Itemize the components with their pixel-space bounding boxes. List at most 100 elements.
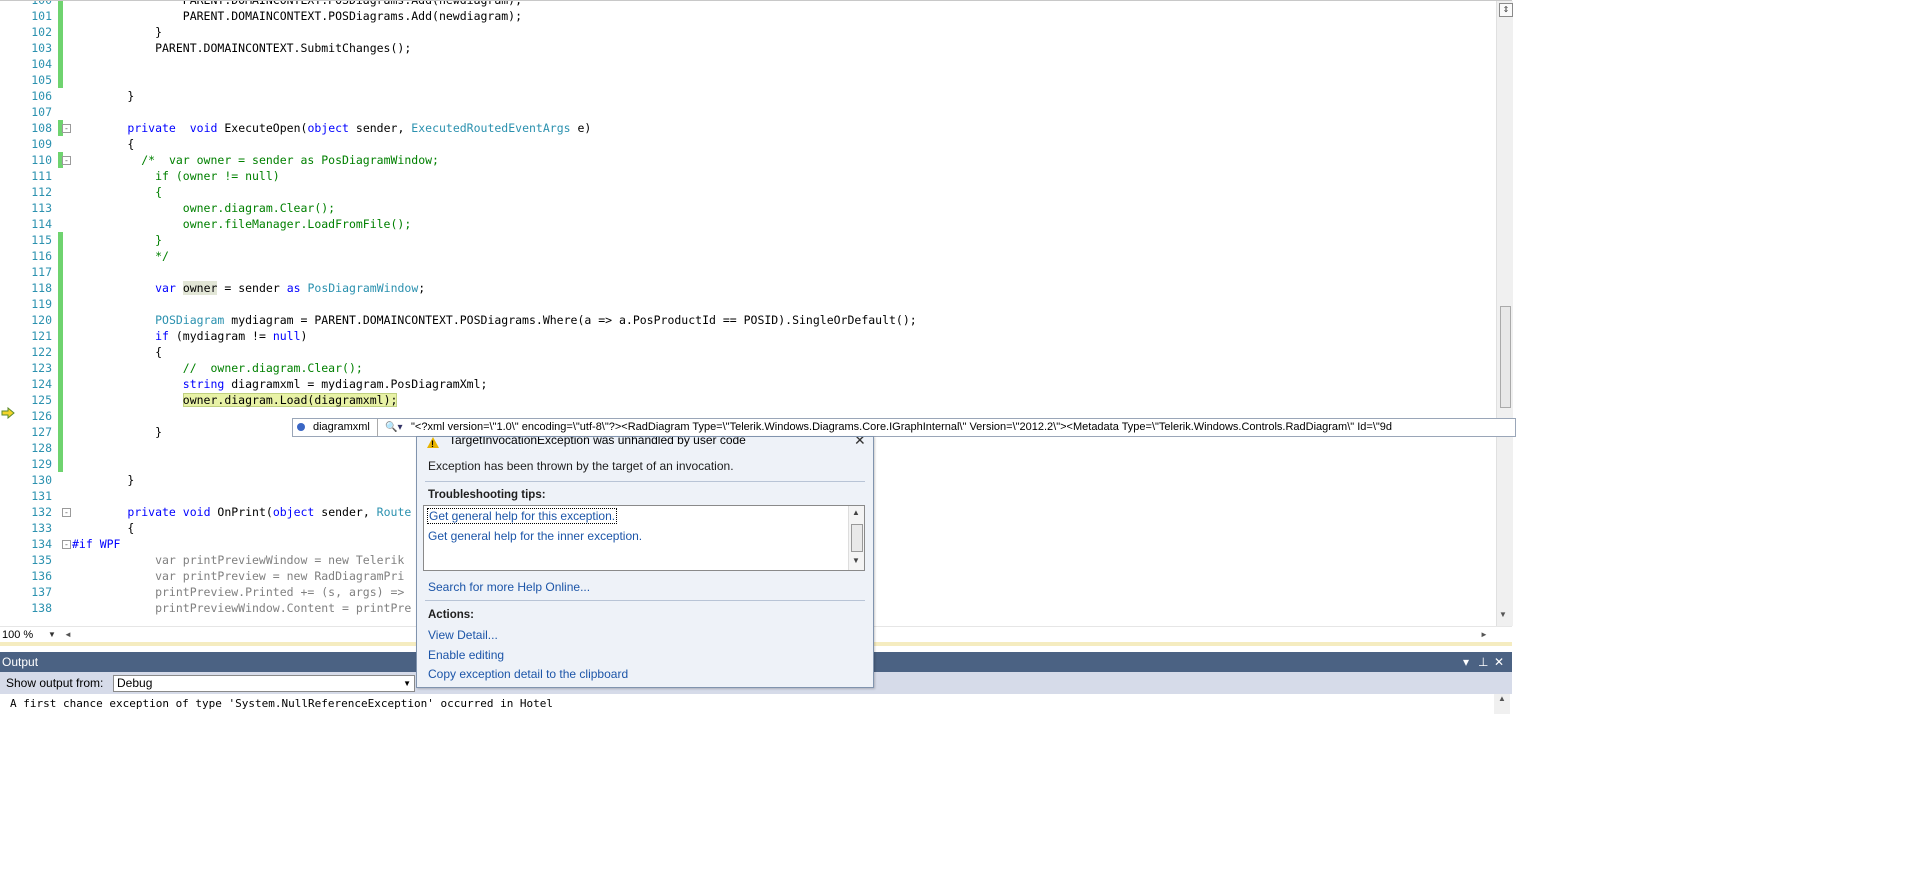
code-text[interactable]: owner.diagram.Clear(); [72,200,335,216]
datatip[interactable]: diagramxml 🔍▾ "<?xml version=\"1.0\" enc… [292,418,1516,437]
tip-link[interactable]: Get general help for this exception. [427,508,618,524]
code-text[interactable]: */ [72,248,169,264]
code-text[interactable]: if (mydiagram != null) [72,328,307,344]
collapse-toggle-icon[interactable]: - [62,124,71,133]
code-line[interactable]: 101 PARENT.DOMAINCONTEXT.POSDiagrams.Add… [0,8,1496,24]
show-output-label: Show output from: [6,676,104,690]
code-text[interactable]: } [72,24,162,40]
code-line[interactable]: 119 [0,296,1496,312]
code-line[interactable]: 118 var owner = sender as PosDiagramWind… [0,280,1496,296]
scrollbar-thumb[interactable] [851,524,863,552]
code-line[interactable]: 122 { [0,344,1496,360]
code-line[interactable]: 115 } [0,232,1496,248]
code-line[interactable]: 100 PARENT.DOMAINCONTEXT.POSDiagrams.Add… [0,1,1496,8]
output-pane[interactable]: A first chance exception of type 'System… [0,694,1512,714]
code-line[interactable]: 102 } [0,24,1496,40]
code-text[interactable]: private void OnPrint(object sender, Rout… [72,504,411,520]
collapse-toggle-icon[interactable]: - [62,156,71,165]
collapse-toggle-icon[interactable]: - [62,540,71,549]
copy-exception-link[interactable]: Copy exception detail to the clipboard [428,667,628,681]
code-text[interactable]: owner.diagram.Load(diagramxml); [72,392,398,408]
tips-scrollbar[interactable]: ▲ ▼ [848,506,864,570]
code-line[interactable]: 104 [0,56,1496,72]
code-text[interactable]: } [72,88,134,104]
code-text[interactable]: /* var owner = sender as PosDiagramWindo… [72,152,439,168]
scroll-left-icon[interactable]: ◄ [64,627,72,643]
code-text[interactable]: { [72,136,134,152]
output-title: Output [2,655,39,669]
code-text[interactable]: printPreviewWindow.Content = printPre [72,600,411,616]
view-detail-link[interactable]: View Detail... [428,628,498,642]
code-line[interactable]: 125 owner.diagram.Load(diagramxml); [0,392,1496,408]
line-number: 100 [14,1,52,8]
code-text[interactable]: } [72,472,134,488]
zoom-level[interactable]: 100 % [2,627,33,643]
scrollbar-thumb[interactable] [1500,306,1511,408]
change-marker [58,328,63,344]
code-text[interactable]: { [72,344,162,360]
scroll-up-icon[interactable]: ▲ [1494,694,1510,714]
code-line[interactable]: 103 PARENT.DOMAINCONTEXT.SubmitChanges()… [0,40,1496,56]
code-text[interactable]: printPreview.Printed += (s, args) => [72,584,404,600]
search-help-online-link[interactable]: Search for more Help Online... [428,580,590,594]
code-line[interactable]: 109 { [0,136,1496,152]
magnifier-icon[interactable]: 🔍▾ [385,419,402,436]
output-source-select[interactable]: Debug ▼ [113,675,415,692]
line-number: 122 [31,345,52,359]
line-number: 106 [31,89,52,103]
troubleshooting-tips-list[interactable]: Get general help for this exception. Get… [423,505,865,571]
code-text[interactable]: private void ExecuteOpen(object sender, … [72,120,591,136]
code-line[interactable]: 105 [0,72,1496,88]
code-line[interactable]: 111 if (owner != null) [0,168,1496,184]
pin-icon[interactable]: ⊥ [1478,652,1488,672]
code-token: printPreview.Printed += (s, args) => [72,585,405,599]
code-line[interactable]: 121 if (mydiagram != null) [0,328,1496,344]
dropdown-icon[interactable]: ▾ [1463,652,1469,672]
code-line[interactable]: 113 owner.diagram.Clear(); [0,200,1496,216]
code-line[interactable]: 123 // owner.diagram.Clear(); [0,360,1496,376]
code-line[interactable]: 120 POSDiagram mydiagram = PARENT.DOMAIN… [0,312,1496,328]
tip-link[interactable]: Get general help for the inner exception… [428,529,642,543]
code-line[interactable]: 108 - private void ExecuteOpen(object sen… [0,120,1496,136]
code-line[interactable]: 112 { [0,184,1496,200]
line-number: 136 [31,569,52,583]
zoom-dropdown-icon[interactable]: ▼ [48,627,56,643]
code-text[interactable]: owner.fileManager.LoadFromFile(); [72,216,412,232]
code-text[interactable]: string diagramxml = mydiagram.PosDiagram… [72,376,488,392]
code-text[interactable]: } [72,232,162,248]
code-line[interactable]: 107 [0,104,1496,120]
code-text[interactable]: POSDiagram mydiagram = PARENT.DOMAINCONT… [72,312,917,328]
scroll-up-icon[interactable]: ▲ [852,508,860,517]
code-token: } [72,425,163,439]
code-text[interactable]: var owner = sender as PosDiagramWindow; [72,280,425,296]
code-text[interactable]: { [72,184,162,200]
close-icon[interactable]: ✕ [854,437,866,447]
scroll-down-icon[interactable]: ▼ [852,556,860,565]
code-line[interactable]: 117 [0,264,1496,280]
editor-vertical-scrollbar[interactable]: ⇕ ▼ [1496,1,1513,626]
code-text[interactable]: // owner.diagram.Clear(); [72,360,363,376]
code-text[interactable]: { [72,520,134,536]
code-text[interactable]: } [72,424,162,440]
code-text[interactable]: var printPreviewWindow = new Telerik [72,552,404,568]
enable-editing-link[interactable]: Enable editing [428,648,504,662]
scroll-down-icon[interactable]: ▼ [1499,610,1507,619]
code-line[interactable]: 106 } [0,88,1496,104]
collapse-toggle-icon[interactable]: - [62,508,71,517]
code-text[interactable]: #if WPF [72,536,120,552]
code-text[interactable]: PARENT.DOMAINCONTEXT.POSDiagrams.Add(new… [72,1,522,8]
code-line[interactable]: 116 */ [0,248,1496,264]
code-text[interactable]: PARENT.DOMAINCONTEXT.POSDiagrams.Add(new… [72,8,522,24]
split-handle-icon[interactable]: ⇕ [1499,3,1513,17]
code-text[interactable]: if (owner != null) [72,168,280,184]
datatip-value[interactable]: "<?xml version=\"1.0\" encoding=\"utf-8\… [411,419,1392,436]
code-line[interactable]: 114 owner.fileManager.LoadFromFile(); [0,216,1496,232]
code-text[interactable]: PARENT.DOMAINCONTEXT.SubmitChanges(); [72,40,411,56]
code-line[interactable]: 110 - /* var owner = sender as PosDiagram… [0,152,1496,168]
change-marker [58,40,63,56]
code-line[interactable]: 124 string diagramxml = mydiagram.PosDia… [0,376,1496,392]
close-icon[interactable]: ✕ [1494,652,1504,672]
code-text[interactable]: var printPreview = new RadDiagramPri [72,568,404,584]
scroll-right-icon[interactable]: ► [1480,627,1488,643]
